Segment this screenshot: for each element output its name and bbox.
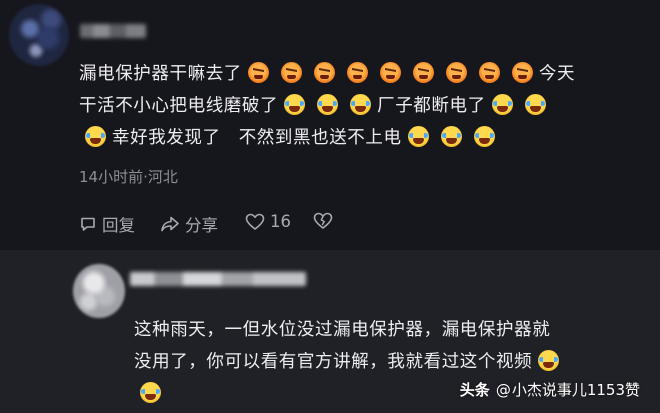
comment-line: 没用了，你可以看有官方讲解，我就看过这个视频: [134, 346, 654, 378]
share-button[interactable]: 分享: [160, 212, 218, 236]
comment-text-segment: 这种雨天，一但水位没过漏电保护器，漏电保护器就: [134, 320, 551, 340]
comment-text-segment: 厂子都断电了: [377, 96, 486, 116]
share-icon: [161, 216, 179, 232]
avatar[interactable]: [9, 4, 69, 66]
angry-emoji-icon: [511, 62, 533, 83]
laugh-emoji-icon: [85, 126, 106, 147]
comment-text-segment: 今天: [538, 64, 576, 84]
reply-icon: [81, 217, 95, 231]
username-blurred[interactable]: [130, 272, 306, 286]
comment-line: 漏电保护器干嘛去了 今天: [79, 58, 654, 90]
angry-emoji-icon: [445, 62, 467, 83]
watermark-handle: 小杰说事儿1153赞: [511, 381, 640, 399]
username-blurred[interactable]: [80, 24, 146, 38]
laugh-emoji-icon: [491, 94, 513, 115]
comment-meta: 14小时前·河北: [79, 168, 178, 186]
angry-emoji-icon: [346, 62, 368, 83]
laugh-emoji-icon: [407, 126, 429, 147]
laugh-emoji-icon: [140, 382, 161, 403]
reply-button[interactable]: 回复: [79, 212, 135, 236]
avatar[interactable]: [73, 264, 125, 318]
angry-emoji-icon: [379, 62, 401, 83]
comment-line: 幸好我发现了 不然到黑也送不上电: [79, 122, 654, 154]
comment-text-segment: 幸好我发现了 不然到黑也送不上电: [112, 128, 402, 148]
watermark-at: @: [495, 380, 511, 399]
laugh-emoji-icon: [524, 94, 546, 115]
comment-line: 干活不小心把电线磨破了 厂子都断电了: [79, 90, 654, 122]
watermark: 头条 @ 小杰说事儿1153赞: [460, 379, 640, 400]
laugh-emoji-icon: [538, 350, 560, 371]
angry-emoji-icon: [313, 62, 335, 83]
share-label: 分享: [185, 216, 218, 235]
like-button[interactable]: 16: [245, 212, 291, 231]
laugh-emoji-icon: [317, 94, 339, 115]
angry-emoji-icon: [280, 62, 302, 83]
angry-emoji-icon: [478, 62, 500, 83]
comment-text: 漏电保护器干嘛去了 今天干活不小心把电线磨破了 厂子都断电了幸好我发现了 不然到黑也…: [79, 58, 654, 154]
heart-icon: [245, 213, 265, 230]
comment-text-segment: 干活不小心把电线磨破了: [79, 96, 279, 116]
laugh-emoji-icon: [350, 94, 372, 115]
like-count: 16: [270, 212, 291, 231]
angry-emoji-icon: [412, 62, 434, 83]
broken-heart-icon: [313, 212, 333, 229]
laugh-emoji-icon: [473, 126, 495, 147]
comment-text-segment: 没用了，你可以看有官方讲解，我就看过这个视频: [134, 352, 533, 372]
reply-label: 回复: [102, 216, 135, 235]
laugh-emoji-icon: [440, 126, 462, 147]
laugh-emoji-icon: [284, 94, 306, 115]
angry-emoji-icon: [247, 62, 269, 83]
comment-line: 这种雨天，一但水位没过漏电保护器，漏电保护器就: [134, 314, 654, 346]
comment-text-segment: 漏电保护器干嘛去了: [79, 64, 242, 84]
dislike-button[interactable]: [313, 212, 338, 230]
watermark-logo: 头条: [459, 381, 490, 399]
